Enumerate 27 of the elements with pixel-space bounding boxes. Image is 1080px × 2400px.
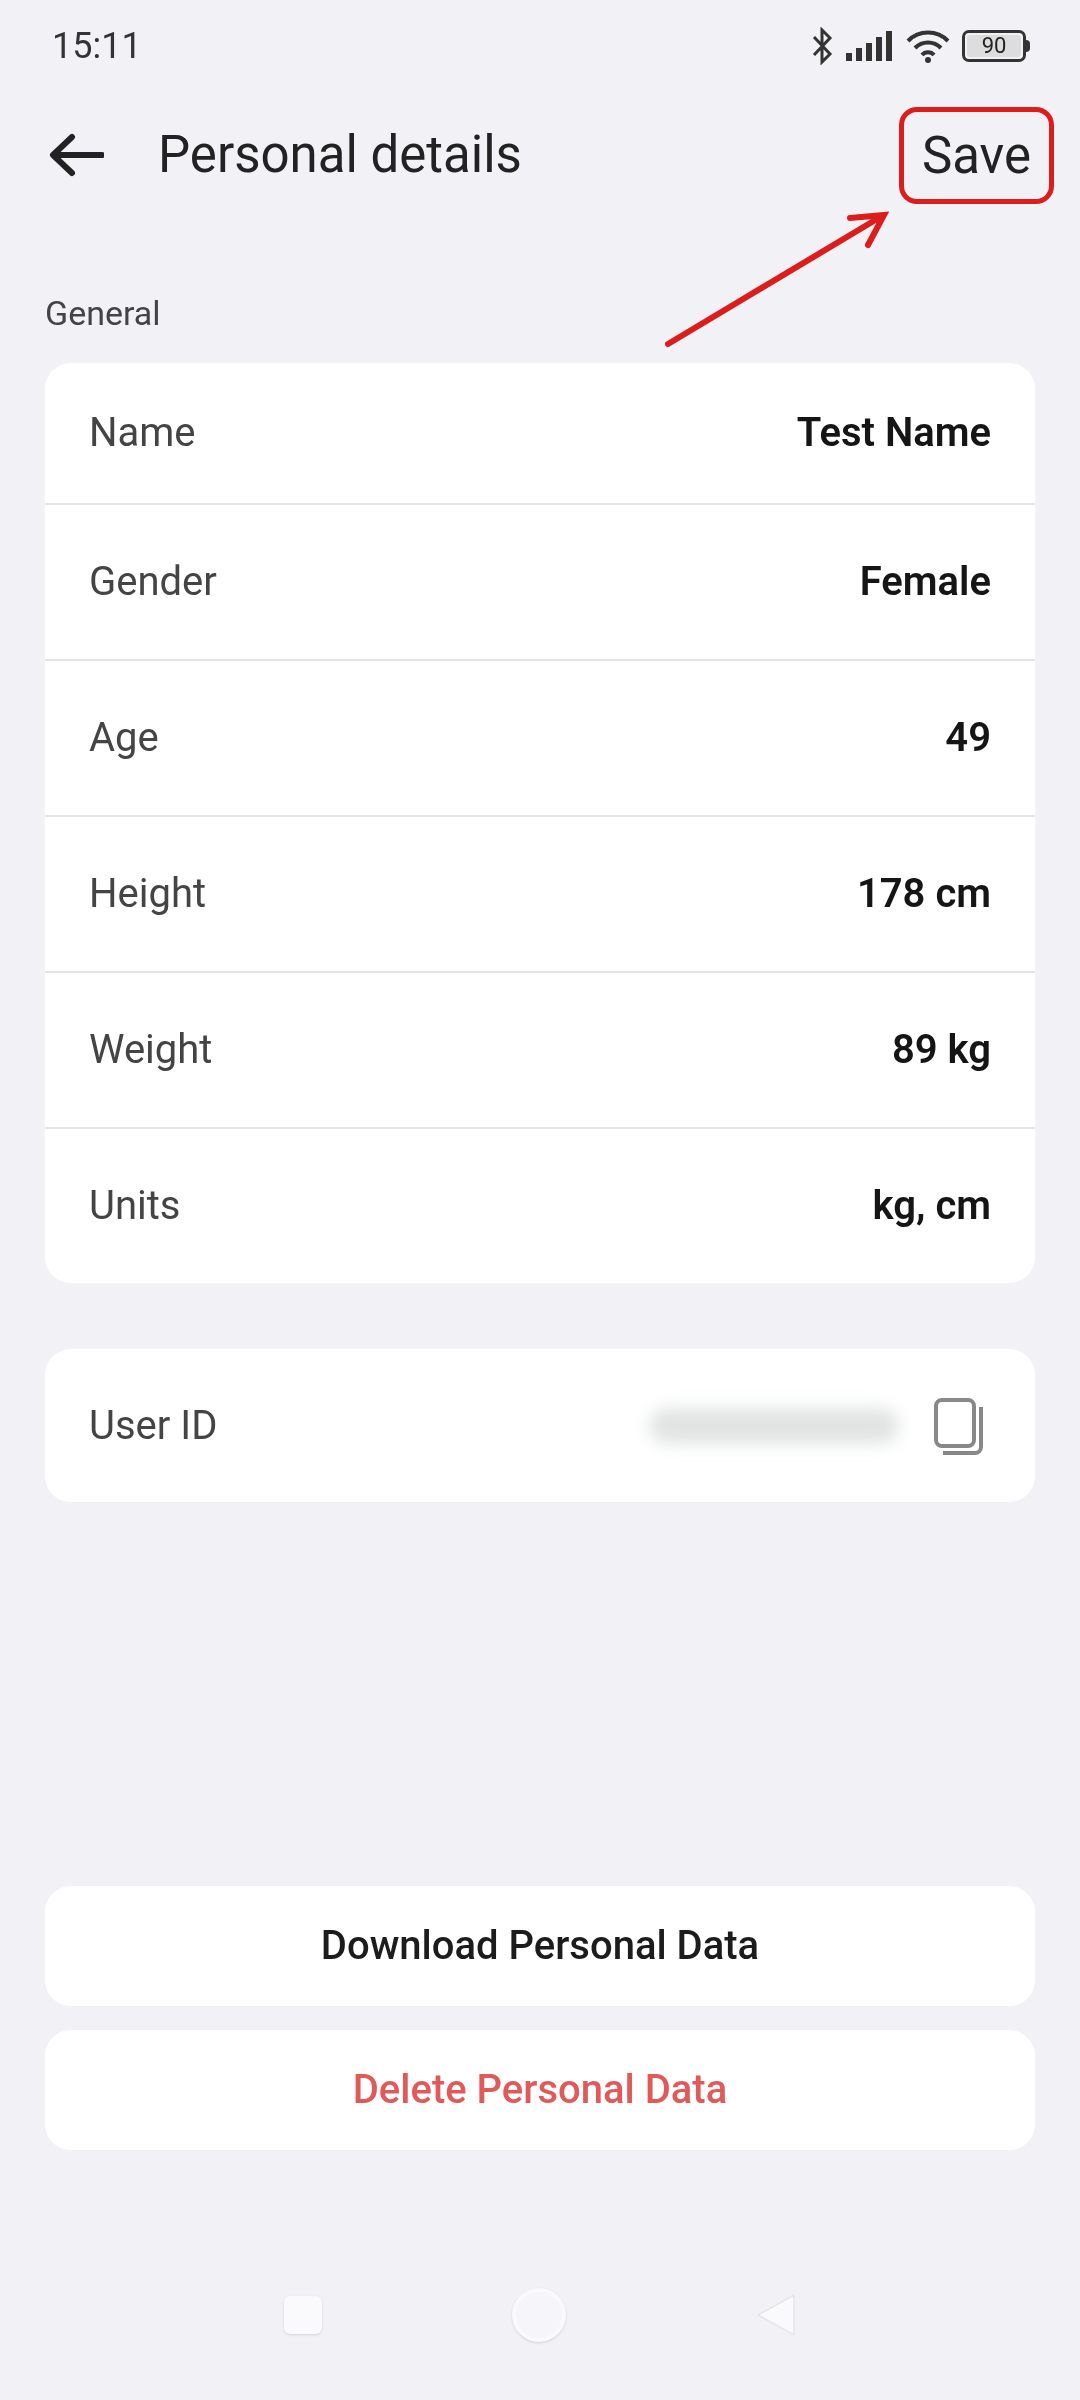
download-button[interactable]: Download Personal Data <box>45 1886 1035 2006</box>
status-time: 15:11 <box>52 24 142 69</box>
copy-icon[interactable] <box>933 1396 985 1455</box>
back-arrow-icon[interactable] <box>48 133 104 177</box>
save-button[interactable]: Save <box>898 106 1054 204</box>
delete-button[interactable]: Delete Personal Data <box>45 2030 1035 2150</box>
field-value: Test Name <box>796 408 991 458</box>
recents-button[interactable] <box>284 2296 322 2334</box>
signal-icon <box>846 31 894 61</box>
field-value: 49 <box>945 713 991 763</box>
field-label: Units <box>89 1181 181 1231</box>
field-label: Height <box>89 869 207 919</box>
user-id-label: User ID <box>89 1400 219 1451</box>
field-value: 178 cm <box>856 869 991 919</box>
section-label: General <box>45 292 162 335</box>
field-label: Age <box>89 713 159 763</box>
field-value: Female <box>859 557 991 607</box>
bluetooth-icon <box>810 27 834 65</box>
wifi-icon <box>906 29 950 63</box>
field-value: kg, cm <box>872 1181 991 1231</box>
field-label: Weight <box>89 1025 213 1075</box>
field-value: 89 kg <box>891 1025 991 1075</box>
field-label: Gender <box>89 557 217 607</box>
screen-title: Personal details <box>158 123 523 186</box>
field-label: Name <box>89 408 196 458</box>
user-id-card[interactable]: User ID <box>45 1349 1035 1502</box>
home-button[interactable] <box>512 2288 566 2342</box>
